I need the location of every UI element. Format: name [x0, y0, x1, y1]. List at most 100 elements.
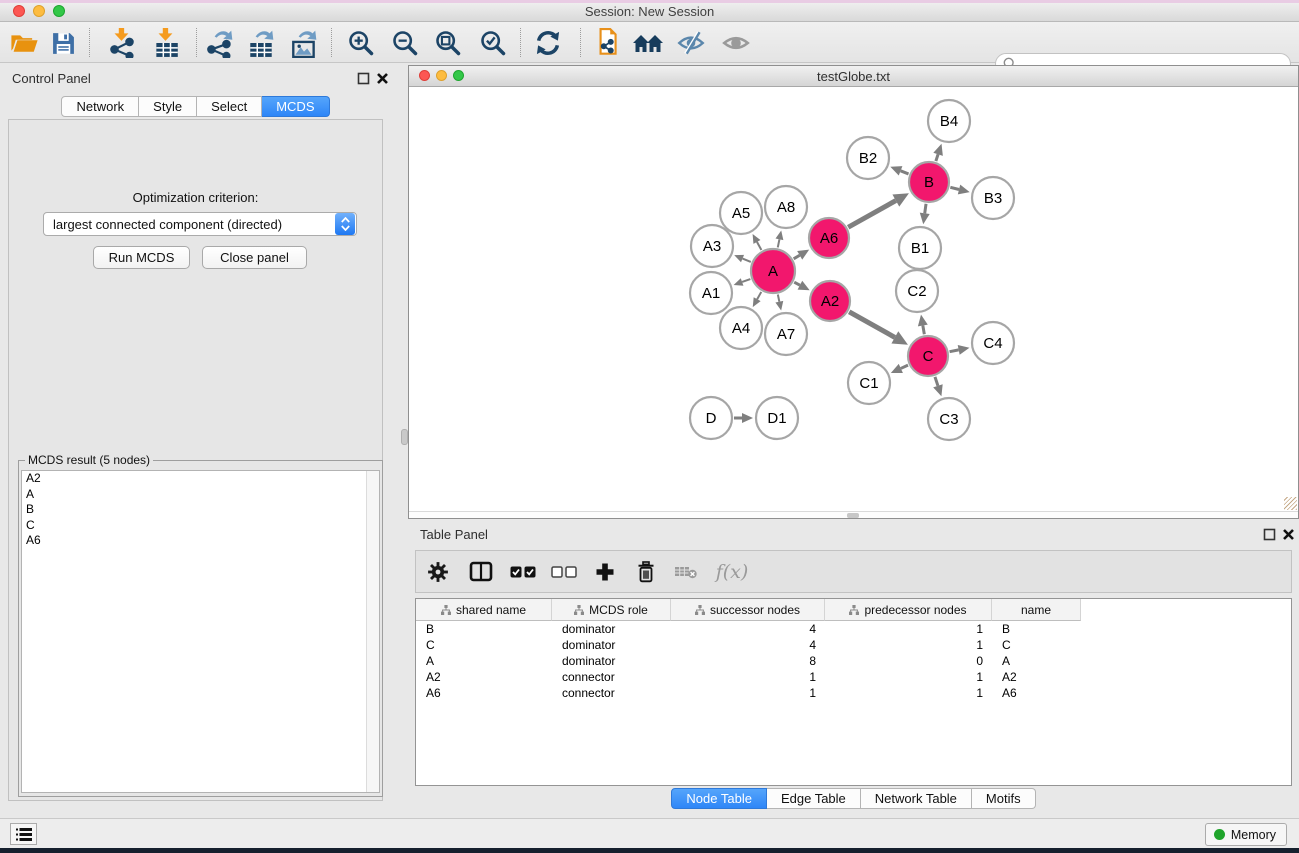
- mcds-result-item[interactable]: A2: [22, 471, 379, 487]
- table-cell[interactable]: connector: [552, 686, 671, 700]
- zoom-out-button[interactable]: [386, 26, 424, 60]
- table-cell[interactable]: A2: [416, 670, 552, 684]
- table-row[interactable]: Cdominator41C: [416, 637, 1291, 653]
- mcds-result-item[interactable]: A: [22, 487, 379, 503]
- home-layout-button[interactable]: [629, 26, 667, 60]
- tab-motifs[interactable]: Motifs: [972, 788, 1036, 809]
- show-panel-button[interactable]: [717, 26, 755, 60]
- close-panel-icon[interactable]: [376, 72, 389, 85]
- mcds-result-item[interactable]: C: [22, 518, 379, 534]
- table-cell[interactable]: A6: [416, 686, 552, 700]
- open-session-button[interactable]: [5, 26, 43, 60]
- import-network-button[interactable]: [103, 26, 141, 60]
- refresh-view-button[interactable]: [529, 26, 567, 60]
- table-cell[interactable]: 4: [671, 638, 825, 652]
- zoom-selected-button[interactable]: [474, 26, 512, 60]
- hide-panels-button[interactable]: [672, 26, 710, 60]
- table-cell[interactable]: 8: [671, 654, 825, 668]
- table-cell[interactable]: 1: [671, 686, 825, 700]
- criterion-dropdown[interactable]: largest connected component (directed): [43, 212, 357, 236]
- memory-button[interactable]: Memory: [1205, 823, 1287, 846]
- graph-edge-A-A2[interactable]: [794, 282, 800, 285]
- float-table-panel-icon[interactable]: [1263, 528, 1276, 541]
- table-cell[interactable]: dominator: [552, 622, 671, 636]
- graph-edge-B-B4[interactable]: [936, 154, 938, 161]
- mcds-result-item[interactable]: A6: [22, 533, 379, 549]
- list-scrollbar[interactable]: [366, 471, 379, 792]
- graph-edge-A-A1[interactable]: [742, 279, 750, 282]
- table-cell[interactable]: dominator: [552, 654, 671, 668]
- import-table-button[interactable]: [147, 26, 185, 60]
- show-columns-button[interactable]: [460, 554, 502, 590]
- column-header-name[interactable]: name: [992, 599, 1081, 621]
- column-header-predecessor-nodes[interactable]: predecessor nodes: [825, 599, 992, 621]
- tab-network[interactable]: Network: [61, 96, 139, 117]
- float-panel-icon[interactable]: [357, 72, 370, 85]
- table-cell[interactable]: 1: [825, 686, 992, 700]
- graph-edge-A-A6[interactable]: [794, 255, 800, 259]
- network-graph[interactable]: AA1A2A3A4A5A6A7A8BB1B2B3B4CC1C2C3C4DD1: [409, 87, 1298, 512]
- graph-edge-C-C1[interactable]: [901, 365, 908, 368]
- table-cell[interactable]: A6: [992, 686, 1081, 700]
- table-cell[interactable]: 0: [825, 654, 992, 668]
- table-settings-button[interactable]: [416, 554, 460, 590]
- graph-edge-C-C4[interactable]: [950, 350, 959, 352]
- graph-edge-A-A7[interactable]: [778, 295, 779, 302]
- close-table-panel-icon[interactable]: [1282, 528, 1295, 541]
- table-cell[interactable]: A2: [992, 670, 1081, 684]
- zoom-fit-button[interactable]: [429, 26, 467, 60]
- tab-style[interactable]: Style: [139, 96, 197, 117]
- table-cell[interactable]: C: [416, 638, 552, 652]
- hscrollbar-thumb[interactable]: [847, 513, 859, 518]
- table-cell[interactable]: B: [992, 622, 1081, 636]
- export-table-button[interactable]: [242, 26, 280, 60]
- table-cell[interactable]: A: [992, 654, 1081, 668]
- tab-network-table[interactable]: Network Table: [861, 788, 972, 809]
- tab-mcds[interactable]: MCDS: [262, 96, 329, 117]
- table-cell[interactable]: dominator: [552, 638, 671, 652]
- close-panel-button[interactable]: Close panel: [202, 246, 307, 269]
- deselect-all-checks-button[interactable]: [544, 554, 584, 590]
- column-header-MCDS-role[interactable]: MCDS role: [552, 599, 671, 621]
- tab-node-table[interactable]: Node Table: [671, 788, 767, 809]
- table-cell[interactable]: 4: [671, 622, 825, 636]
- function-builder-button[interactable]: f(x): [706, 554, 758, 590]
- table-cell[interactable]: connector: [552, 670, 671, 684]
- table-row[interactable]: A6connector11A6: [416, 685, 1291, 701]
- table-row[interactable]: A2connector11A2: [416, 669, 1291, 685]
- graph-edge-A-A3[interactable]: [743, 259, 751, 262]
- table-cell[interactable]: 1: [825, 622, 992, 636]
- mcds-result-item[interactable]: B: [22, 502, 379, 518]
- run-mcds-button[interactable]: Run MCDS: [93, 246, 190, 269]
- select-all-checks-button[interactable]: [502, 554, 544, 590]
- network-window-titlebar[interactable]: testGlobe.txt: [409, 66, 1298, 87]
- graph-edge-B-B1[interactable]: [925, 204, 926, 214]
- task-history-button[interactable]: [10, 823, 37, 845]
- table-cell[interactable]: C: [992, 638, 1081, 652]
- clone-network-button[interactable]: [588, 26, 626, 60]
- graph-edge-A-A5[interactable]: [757, 242, 761, 250]
- network-canvas[interactable]: AA1A2A3A4A5A6A7A8BB1B2B3B4CC1C2C3C4DD1: [409, 87, 1298, 512]
- export-image-button[interactable]: [285, 26, 323, 60]
- table-cell[interactable]: B: [416, 622, 552, 636]
- graph-edge-C-C2[interactable]: [923, 326, 924, 335]
- network-vscrollbar-thumb[interactable]: [401, 429, 408, 445]
- graph-edge-B-B2[interactable]: [901, 171, 909, 174]
- table-cell[interactable]: 1: [825, 638, 992, 652]
- mcds-result-list[interactable]: A2ABCA6: [21, 470, 380, 793]
- table-row[interactable]: Adominator80A: [416, 653, 1291, 669]
- export-network-button[interactable]: [201, 26, 239, 60]
- save-session-button[interactable]: [44, 26, 82, 60]
- graph-edge-A2-C[interactable]: [849, 312, 895, 338]
- table-cell[interactable]: A: [416, 654, 552, 668]
- delete-column-button[interactable]: [626, 554, 666, 590]
- tab-select[interactable]: Select: [197, 96, 262, 117]
- tab-edge-table[interactable]: Edge Table: [767, 788, 861, 809]
- graph-edge-A6-B[interactable]: [848, 201, 896, 228]
- table-cell[interactable]: 1: [825, 670, 992, 684]
- column-header-successor-nodes[interactable]: successor nodes: [671, 599, 825, 621]
- graph-edge-B-B3[interactable]: [950, 187, 959, 189]
- graph-edge-A-A8[interactable]: [778, 239, 780, 247]
- delete-table-button[interactable]: [666, 554, 706, 590]
- graph-edge-C-C3[interactable]: [935, 377, 938, 386]
